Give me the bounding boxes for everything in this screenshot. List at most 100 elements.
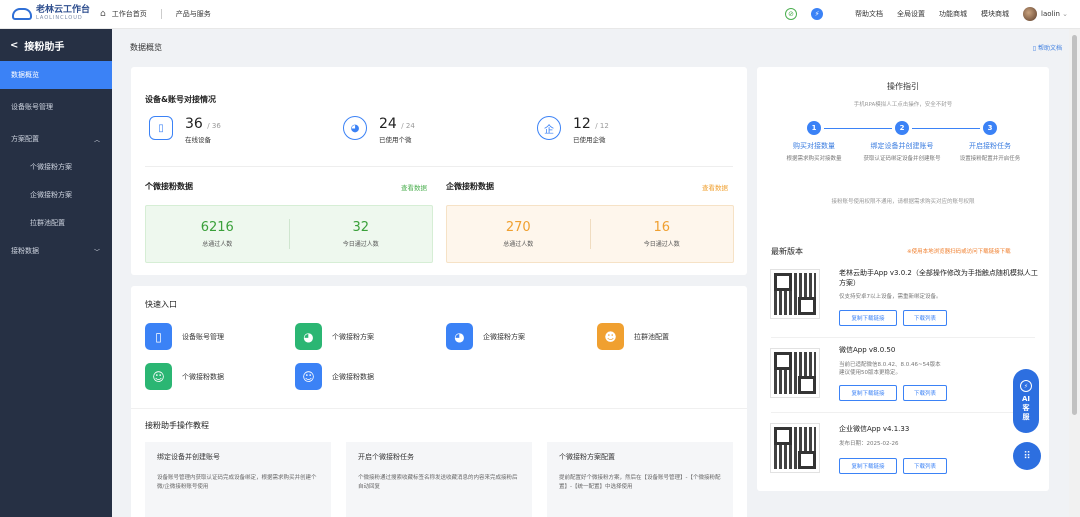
group-icon: ☻ bbox=[597, 323, 624, 350]
download-list-button[interactable]: 下载列表 bbox=[903, 385, 947, 401]
chevron-up-icon: ︿ bbox=[93, 136, 100, 144]
sidebar-item-group-pool[interactable]: 拉群池配置 bbox=[0, 209, 112, 237]
top-bar: 老林云工作台 LAOLINCLOUD ⌂ 工作台首页 产品与服务 ⊘ ⚡ 帮助文… bbox=[0, 0, 1080, 29]
help-docs-link[interactable]: ▯ 帮助文档 bbox=[1033, 43, 1062, 52]
user-menu[interactable]: laolin ⌄ bbox=[1023, 7, 1068, 21]
quick-personal-plan[interactable]: ◕ 个微接粉方案 bbox=[295, 323, 374, 350]
versions-card: 最新版本 ※使用本地浏览器扫码或访问下载链接下载 老林云助手App v3.0.2… bbox=[757, 232, 1049, 491]
tutorial-item-title: 开启个微接粉任务 bbox=[358, 453, 414, 461]
quick-entry-card: 快速入口 ▯ 设备账号管理 ◕ 个微接粉方案 ◕ 企微接粉方案 ☻ 拉群池配置 ☺ 个微接… bbox=[131, 286, 747, 517]
nav-global-settings[interactable]: 全局设置 bbox=[897, 9, 925, 19]
nav-products[interactable]: 产品与服务 bbox=[176, 9, 211, 19]
download-list-button[interactable]: 下载列表 bbox=[903, 458, 947, 474]
quick-label: 设备账号管理 bbox=[182, 332, 224, 341]
qr-code bbox=[770, 348, 820, 398]
personal-data-box: 6216 总通过人数 32 今日通过人数 bbox=[145, 205, 433, 263]
sidebar-item-personal-plan[interactable]: 个微接粉方案 bbox=[0, 153, 112, 181]
personal-view-data-link[interactable]: 查看数据 bbox=[401, 182, 427, 192]
enterprise-today-value: 16 bbox=[653, 220, 671, 235]
sidebar-item-label: 企微接粉方案 bbox=[30, 191, 72, 199]
tutorial-item[interactable]: 绑定设备并创建账号 设备账号管理内获取认证码完成设备绑定，根据需求购买并创建个微/… bbox=[145, 442, 331, 517]
version-item: 微信App v8.0.50 当前已适配微信8.0.42、8.0.46~54版本 … bbox=[770, 345, 1041, 415]
version-name: 企业微信App v4.1.33 bbox=[839, 425, 910, 433]
lightning-icon[interactable]: ⚡ bbox=[811, 8, 824, 20]
ai-service-button[interactable]: ⚡ AI 客 服 bbox=[1013, 369, 1039, 433]
stat-online-devices: ▯ 36 / 36 在线设备 bbox=[149, 116, 221, 144]
scrollbar-thumb[interactable] bbox=[1072, 35, 1077, 415]
personal-total-label: 总通过人数 bbox=[202, 241, 233, 248]
doc-icon: ▯ bbox=[1032, 45, 1037, 52]
logo-text: 老林云工作台 bbox=[36, 5, 91, 15]
download-list-button[interactable]: 下载列表 bbox=[903, 310, 947, 326]
avatar bbox=[1023, 7, 1038, 21]
versions-hint: ※使用本地浏览器扫码或访问下载链接下载 bbox=[907, 249, 1011, 255]
guide-title: 操作指引 bbox=[887, 82, 919, 91]
sidebar-title[interactable]: < 接粉助手 bbox=[0, 29, 112, 61]
sidebar-item-label: 数据概览 bbox=[11, 71, 39, 79]
logo[interactable]: 老林云工作台 LAOLINCLOUD bbox=[12, 6, 94, 22]
sidebar-item-fan-data[interactable]: 接粉数据 ﹀ bbox=[0, 237, 112, 265]
ai-service-label: AI 客 服 bbox=[1021, 395, 1031, 421]
copy-download-link-button[interactable]: 复制下载链接 bbox=[839, 385, 897, 401]
grid-menu-button[interactable]: ⠿ bbox=[1013, 442, 1041, 470]
chevron-down-icon: ﹀ bbox=[93, 248, 100, 256]
stat-enterprise-wechat: 企 12 / 12 已使用企微 bbox=[537, 116, 609, 144]
version-desc: 发布日期：2025-02-26 bbox=[839, 441, 899, 447]
version-desc: 当前已适配微信8.0.42、8.0.46~54版本 建议使用50版本更稳定。 bbox=[839, 362, 941, 376]
step-desc: 根据需求购买对接数量 bbox=[786, 156, 842, 162]
phone-icon: ▯ bbox=[149, 116, 173, 140]
quick-entry-title: 快速入口 bbox=[145, 300, 177, 309]
tutorial-item[interactable]: 开启个微接粉任务 个微接粉通过搜索收藏标签名称发送收藏消息的内容来完成接粉后自动回… bbox=[346, 442, 532, 517]
sidebar-item-device-account[interactable]: 设备账号管理 bbox=[0, 93, 112, 121]
nav-module-mall[interactable]: 模块商城 bbox=[981, 9, 1009, 19]
sidebar-item-plan-config[interactable]: 方案配置 ︿ bbox=[0, 125, 112, 153]
quick-device-account[interactable]: ▯ 设备账号管理 bbox=[145, 323, 224, 350]
sidebar-item-enterprise-plan[interactable]: 企微接粉方案 bbox=[0, 181, 112, 209]
help-docs-label: 帮助文档 bbox=[1037, 45, 1062, 52]
stat-number: 24 bbox=[379, 116, 397, 132]
nav-func-mall[interactable]: 功能商城 bbox=[939, 9, 967, 19]
divider bbox=[160, 9, 162, 19]
stat-total: / 24 bbox=[401, 122, 415, 130]
step-number: 3 bbox=[983, 121, 997, 135]
step-number: 2 bbox=[895, 121, 909, 135]
divider bbox=[771, 337, 1035, 338]
home-icon[interactable]: ⌂ bbox=[100, 9, 106, 19]
enterprise-view-data-link[interactable]: 查看数据 bbox=[702, 182, 728, 192]
quick-label: 个微接粉数据 bbox=[182, 372, 224, 381]
tutorial-item-desc: 设备账号管理内获取认证码完成设备绑定，根据需求购买并创建个微/企微接粉账号使用 bbox=[157, 475, 317, 490]
user-data-icon: ☺ bbox=[145, 363, 172, 390]
sidebar-item-overview[interactable]: 数据概览 bbox=[0, 61, 112, 89]
step-desc: 设置接粉配置并开启任务 bbox=[959, 156, 1021, 162]
quick-personal-data[interactable]: ☺ 个微接粉数据 bbox=[145, 363, 224, 390]
version-item: 企业微信App v4.1.33 发布日期：2025-02-26 复制下载链接 下… bbox=[770, 420, 1041, 490]
sidebar-item-label: 接粉数据 bbox=[11, 247, 39, 255]
enterprise-wechat-icon: ◕ bbox=[446, 323, 473, 350]
cloud-logo-icon bbox=[12, 8, 32, 20]
divider bbox=[145, 166, 733, 167]
guide-note: 接粉账号使用权限不通用，请根据需求购买对应的账号权限 bbox=[831, 199, 975, 205]
step-label: 开启接粉任务 bbox=[969, 142, 1011, 150]
step-desc: 获取认证码绑定设备并创建账号 bbox=[863, 156, 941, 162]
tutorial-list: 绑定设备并创建账号 设备账号管理内获取认证码完成设备绑定，根据需求购买并创建个微/… bbox=[145, 442, 733, 517]
copy-download-link-button[interactable]: 复制下载链接 bbox=[839, 458, 897, 474]
quick-enterprise-plan[interactable]: ◕ 企微接粉方案 bbox=[446, 323, 525, 350]
step-label: 购买对接数量 bbox=[793, 142, 835, 150]
nav-help-docs[interactable]: 帮助文档 bbox=[855, 9, 883, 19]
nav-home[interactable]: 工作台首页 bbox=[112, 9, 147, 19]
quick-label: 企微接粉数据 bbox=[332, 372, 374, 381]
wechat-icon: ◕ bbox=[295, 323, 322, 350]
quick-group-pool[interactable]: ☻ 拉群池配置 bbox=[597, 323, 669, 350]
page-header: 数据概览 bbox=[112, 29, 1067, 65]
guide-step-2: 2 绑定设备并创建账号获取认证码绑定设备并创建账号 bbox=[862, 121, 942, 164]
enterprise-total-label: 总通过人数 bbox=[503, 241, 534, 248]
version-item: 老林云助手App v3.0.2（全部操作修改为手指触点随机模拟人工方案） 仅支持… bbox=[770, 269, 1041, 340]
scrollbar[interactable] bbox=[1069, 29, 1080, 517]
step-label: 绑定设备并创建账号 bbox=[870, 142, 934, 150]
quick-enterprise-data[interactable]: ☺ 企微接粉数据 bbox=[295, 363, 374, 390]
divider bbox=[131, 408, 747, 409]
lightning-icon: ⚡ bbox=[1020, 380, 1032, 392]
green-circle-icon[interactable]: ⊘ bbox=[785, 8, 798, 20]
tutorial-item[interactable]: 个微接粉方案配置 提前配置好个微接粉方案，然后在【设备账号管理】-【个微接粉配置】… bbox=[547, 442, 733, 517]
copy-download-link-button[interactable]: 复制下载链接 bbox=[839, 310, 897, 326]
